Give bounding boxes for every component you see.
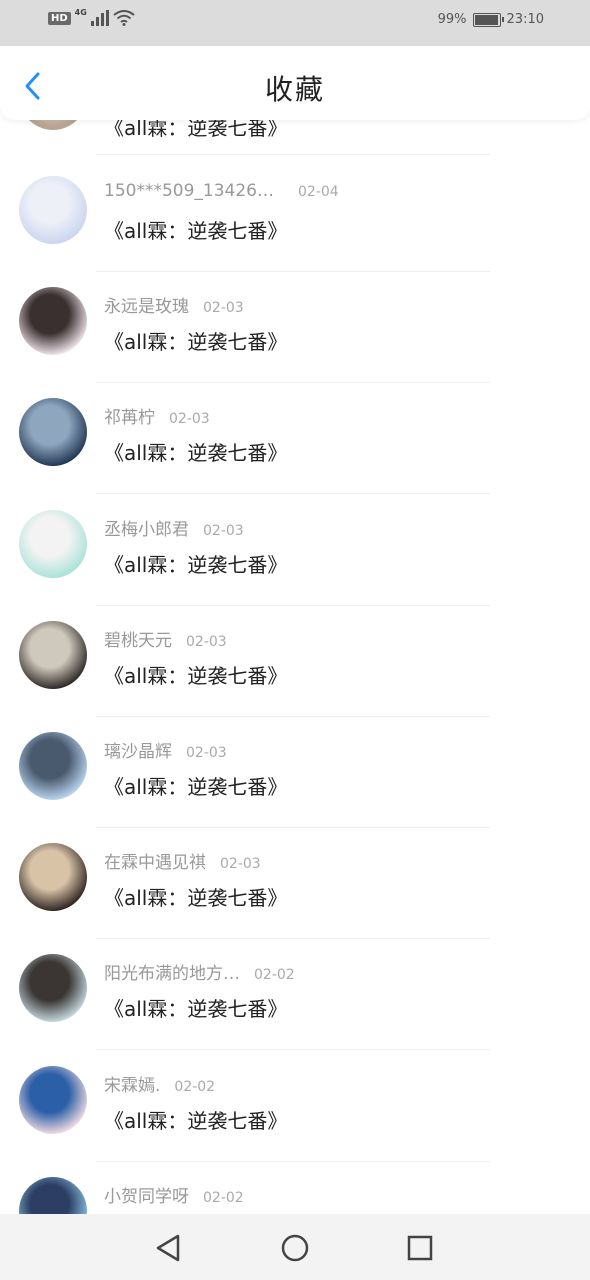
circle-home-icon [281, 1234, 309, 1262]
date: 02-03 [203, 300, 244, 316]
avatar[interactable] [19, 621, 87, 689]
user-name[interactable]: 小贺同学呀 [104, 1182, 189, 1207]
list-item[interactable]: 小贺同学呀 02-02 [0, 1162, 590, 1214]
item-meta: 在霖中遇见祺 02-03 [104, 848, 261, 873]
item-meta: 祁苒柠 02-03 [104, 403, 210, 428]
divider [96, 1049, 490, 1050]
clock: 23:10 [506, 12, 544, 27]
status-bar: HD 4G 99% 23:10 [0, 0, 590, 46]
user-name[interactable]: 阳光布满的地方… [104, 959, 240, 984]
date: 02-03 [169, 411, 210, 427]
avatar[interactable] [19, 510, 87, 578]
network-type: 4G [74, 7, 87, 17]
book-title[interactable]: 《all霖：逆袭七番》 [104, 215, 287, 244]
list-item[interactable]: 碧桃天元 02-03 《all霖：逆袭七番》 [0, 606, 590, 717]
book-title[interactable]: 《all霖：逆袭七番》 [104, 771, 287, 800]
user-name[interactable]: 150***509_1342607… [104, 181, 284, 201]
nav-home-button[interactable] [275, 1228, 315, 1268]
square-recents-icon [407, 1235, 433, 1261]
list-item[interactable]: 永远是玫瑰 02-03 《all霖：逆袭七番》 [0, 272, 590, 383]
list-item[interactable]: 在霖中遇见祺 02-03 《all霖：逆袭七番》 [0, 828, 590, 939]
book-title: 《all霖：逆袭七番》 [104, 120, 288, 140]
item-meta: 小贺同学呀 02-02 [104, 1182, 244, 1207]
date: 02-04 [298, 184, 339, 200]
item-meta: 丞梅小郎君 02-03 [104, 515, 244, 540]
divider [96, 493, 490, 494]
user-name[interactable]: 丞梅小郎君 [104, 515, 189, 540]
item-meta: 璃沙晶辉 02-03 [104, 737, 227, 762]
avatar [19, 120, 87, 130]
date: 02-02 [174, 1079, 216, 1095]
user-name[interactable]: 宋霖嫣. [104, 1071, 160, 1096]
battery-icon [472, 12, 504, 27]
book-title[interactable]: 《all霖：逆袭七番》 [104, 1105, 287, 1134]
book-title[interactable]: 《all霖：逆袭七番》 [104, 660, 287, 689]
avatar[interactable] [19, 1177, 87, 1214]
page-title: 收藏 [264, 73, 325, 106]
avatar[interactable] [19, 954, 87, 1022]
user-name[interactable]: 在霖中遇见祺 [104, 848, 206, 873]
book-title[interactable]: 《all霖：逆袭七番》 [104, 326, 287, 355]
user-name[interactable]: 璃沙晶辉 [104, 737, 172, 762]
triangle-back-icon [156, 1234, 180, 1262]
divider [96, 154, 490, 155]
date: 02-03 [186, 634, 227, 650]
user-name[interactable]: 祁苒柠 [104, 403, 155, 428]
book-title[interactable]: 《all霖：逆袭七番》 [104, 882, 287, 911]
avatar[interactable] [19, 732, 87, 800]
list-item[interactable]: 丞梅小郎君 02-03 《all霖：逆袭七番》 [0, 495, 590, 606]
item-meta: 永远是玫瑰 02-03 [104, 292, 244, 317]
signal-icon [90, 10, 109, 26]
item-meta: 宋霖嫣. 02-02 [104, 1071, 215, 1096]
navigation-bar [0, 1214, 590, 1280]
wifi-icon [113, 10, 135, 26]
book-title[interactable]: 《all霖：逆袭七番》 [104, 993, 287, 1022]
nav-back-button[interactable] [148, 1228, 188, 1268]
date: 02-03 [203, 523, 244, 539]
list-item[interactable]: 宋霖嫣. 02-02 《all霖：逆袭七番》 [0, 1051, 590, 1162]
list-item[interactable]: 阳光布满的地方… 02-02 《all霖：逆袭七番》 [0, 939, 590, 1050]
user-name[interactable]: 碧桃天元 [104, 626, 172, 651]
item-meta: 150***509_1342607… 02-04 [104, 181, 339, 201]
hd-badge: HD [48, 11, 71, 25]
date: 02-03 [186, 745, 227, 761]
item-meta: 碧桃天元 02-03 [104, 626, 227, 651]
avatar[interactable] [19, 843, 87, 911]
battery-level [474, 14, 499, 25]
item-meta: 阳光布满的地方… 02-02 [104, 959, 295, 984]
nav-recents-button[interactable] [400, 1228, 440, 1268]
date: 02-03 [220, 856, 261, 872]
date: 02-02 [254, 967, 295, 983]
user-name[interactable]: 永远是玫瑰 [104, 292, 189, 317]
list-item[interactable]: 祁苒柠 02-03 《all霖：逆袭七番》 [0, 383, 590, 494]
list-item[interactable]: 150***509_1342607… 02-04 《all霖：逆袭七番》 [0, 161, 590, 272]
avatar[interactable] [19, 398, 87, 466]
battery-percent: 99% [437, 12, 467, 27]
list-item[interactable]: 璃沙晶辉 02-03 《all霖：逆袭七番》 [0, 717, 590, 828]
header: 收藏 [0, 46, 590, 120]
book-title[interactable]: 《all霖：逆袭七番》 [104, 549, 287, 578]
avatar[interactable] [19, 176, 87, 244]
avatar[interactable] [19, 1066, 87, 1134]
book-title[interactable]: 《all霖：逆袭七番》 [104, 437, 287, 466]
avatar[interactable] [19, 287, 87, 355]
date: 02-02 [203, 1190, 244, 1206]
favorites-list: 《all霖：逆袭七番》 150***509_1342607… 02-04 《all霖… [0, 120, 590, 1214]
